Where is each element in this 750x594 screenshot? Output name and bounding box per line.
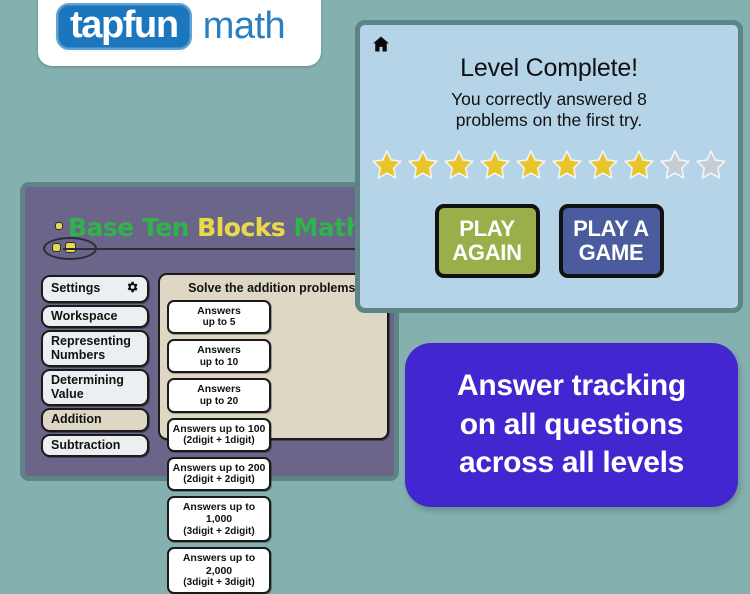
level-button-line1: Answers up to 1,000 bbox=[182, 500, 256, 526]
level-button-line1: Answers up to 100 bbox=[172, 422, 266, 435]
gear-icon bbox=[125, 280, 139, 298]
level-complete-dialog: Level Complete! You correctly answered 8… bbox=[355, 20, 743, 313]
decor-dot bbox=[55, 222, 63, 230]
dialog-button-row: PLAY AGAIN PLAY A GAME bbox=[360, 203, 738, 278]
home-icon[interactable] bbox=[371, 34, 391, 54]
promo-line2: on all questions bbox=[459, 407, 684, 441]
title-underline bbox=[63, 248, 391, 250]
sidebar-item-label: Representing Numbers bbox=[51, 334, 131, 362]
promo-text: Answer tracking on all questions across … bbox=[457, 367, 686, 482]
sidebar-item-label: Subtraction bbox=[51, 437, 121, 452]
level-button-line1: Answers bbox=[197, 305, 241, 317]
promo-banner: Answer tracking on all questions across … bbox=[405, 343, 738, 507]
level-button[interactable]: Answers up to 20 bbox=[167, 378, 271, 413]
star-filled-icon bbox=[624, 150, 654, 179]
level-button-line1: Answers bbox=[197, 344, 241, 357]
level-button[interactable]: Answers up to 200 (2digit + 2digit) bbox=[167, 456, 271, 491]
level-button-line2: (3digit + 2digit) bbox=[183, 525, 255, 537]
promo-line3: across all levels bbox=[458, 446, 685, 480]
sidebar-item-addition[interactable]: Addition bbox=[41, 408, 149, 432]
level-button[interactable]: Answers up to 1,000 (3digit + 2digit) bbox=[167, 495, 271, 543]
sidebar-item-subtraction[interactable]: Subtraction bbox=[41, 433, 149, 457]
app-title-part1: Base Ten bbox=[68, 213, 198, 242]
level-button[interactable]: Answers up to 100 (2digit + 1digit) bbox=[167, 417, 271, 452]
app-title-area: Base Ten Blocks Math bbox=[35, 213, 395, 261]
play-again-button[interactable]: PLAY AGAIN bbox=[434, 203, 540, 278]
play-a-game-line1: PLAY A bbox=[573, 216, 649, 242]
play-a-game-label: PLAY A GAME bbox=[573, 217, 649, 264]
app-title-part3: Math bbox=[285, 213, 364, 242]
star-filled-icon bbox=[552, 150, 582, 179]
sidebar-item-label-line1: Determining bbox=[51, 373, 124, 387]
sidebar-item-determining-value[interactable]: Determining Value bbox=[41, 369, 149, 406]
decor-dot bbox=[52, 243, 61, 252]
sidebar-item-label: Workspace bbox=[51, 308, 118, 323]
star-filled-icon bbox=[444, 150, 474, 179]
sidebar-item-label: Determining Value bbox=[51, 373, 124, 401]
app-window: Base Ten Blocks Math Settings Workspace … bbox=[20, 182, 399, 594]
play-again-label: PLAY AGAIN bbox=[452, 216, 522, 265]
level-button-line2: (2digit + 1digit) bbox=[183, 434, 255, 446]
level-button-line1: Answers bbox=[197, 383, 241, 396]
star-filled-icon bbox=[408, 150, 438, 179]
star-filled-icon bbox=[480, 150, 510, 179]
app-title-part2: Blocks bbox=[197, 213, 286, 242]
star-filled-icon bbox=[516, 150, 546, 179]
level-button[interactable]: Answers up to 2,000 (3digit + 3digit) bbox=[167, 547, 271, 594]
play-again-line2: AGAIN bbox=[452, 239, 522, 265]
sidebar-item-label: Addition bbox=[51, 412, 102, 426]
dialog-subtitle-line2: problems on the first try. bbox=[455, 110, 643, 131]
level-button-line2: (3digit + 3digit) bbox=[183, 577, 255, 589]
sidebar-item-label: Settings bbox=[51, 281, 101, 295]
sidebar-item-workspace[interactable]: Workspace bbox=[41, 304, 149, 328]
dialog-subtitle: You correctly answered 8 problems on the… bbox=[360, 89, 738, 132]
level-button-line1: Answers up to 200 bbox=[172, 461, 266, 474]
level-button-line2: up to 20 bbox=[199, 395, 239, 407]
sidebar-item-label-line2: Value bbox=[51, 386, 84, 401]
dialog-subtitle-line1: You correctly answered 8 bbox=[451, 89, 647, 109]
logo-badge: tapfun bbox=[56, 2, 192, 50]
panel-heading: Solve the addition problems. bbox=[188, 281, 359, 295]
level-button-line1: Answers up to 2,000 bbox=[182, 552, 256, 577]
dialog-title: Level Complete! bbox=[460, 54, 638, 82]
sidebar-item-label-line2: Numbers bbox=[51, 347, 106, 362]
level-button-line2: (2digit + 2digit) bbox=[183, 474, 255, 486]
level-button[interactable]: Answers up to 5 bbox=[167, 300, 271, 335]
promo-line1: Answer tracking bbox=[457, 369, 686, 403]
level-button-grid: Answers up to 5 Answers up to 10 Answers… bbox=[167, 300, 380, 594]
star-rating bbox=[360, 148, 738, 182]
tapfun-math-logo: tapfun math bbox=[38, 0, 321, 66]
star-filled-icon bbox=[588, 150, 618, 179]
level-button[interactable]: Answers up to 10 bbox=[167, 339, 271, 374]
star-filled-icon bbox=[372, 150, 402, 179]
level-button-line2: up to 10 bbox=[199, 356, 239, 368]
app-title: Base Ten Blocks Math bbox=[68, 213, 363, 242]
sidebar-menu: Settings Workspace Representing Numbers … bbox=[41, 275, 149, 459]
level-button-line2: up to 5 bbox=[202, 317, 236, 329]
sidebar-item-settings[interactable]: Settings bbox=[41, 275, 149, 303]
play-a-game-line2: GAME bbox=[578, 239, 644, 265]
logo-badge-text: tapfun bbox=[70, 3, 179, 46]
sidebar-item-label-line1: Representing bbox=[51, 334, 131, 348]
star-empty-icon bbox=[660, 150, 690, 179]
play-a-game-button[interactable]: PLAY A GAME bbox=[558, 203, 664, 278]
sidebar-item-representing-numbers[interactable]: Representing Numbers bbox=[41, 330, 149, 367]
star-empty-icon bbox=[696, 150, 726, 179]
logo-suffix-text: math bbox=[202, 5, 286, 47]
play-again-line1: PLAY bbox=[459, 216, 515, 242]
